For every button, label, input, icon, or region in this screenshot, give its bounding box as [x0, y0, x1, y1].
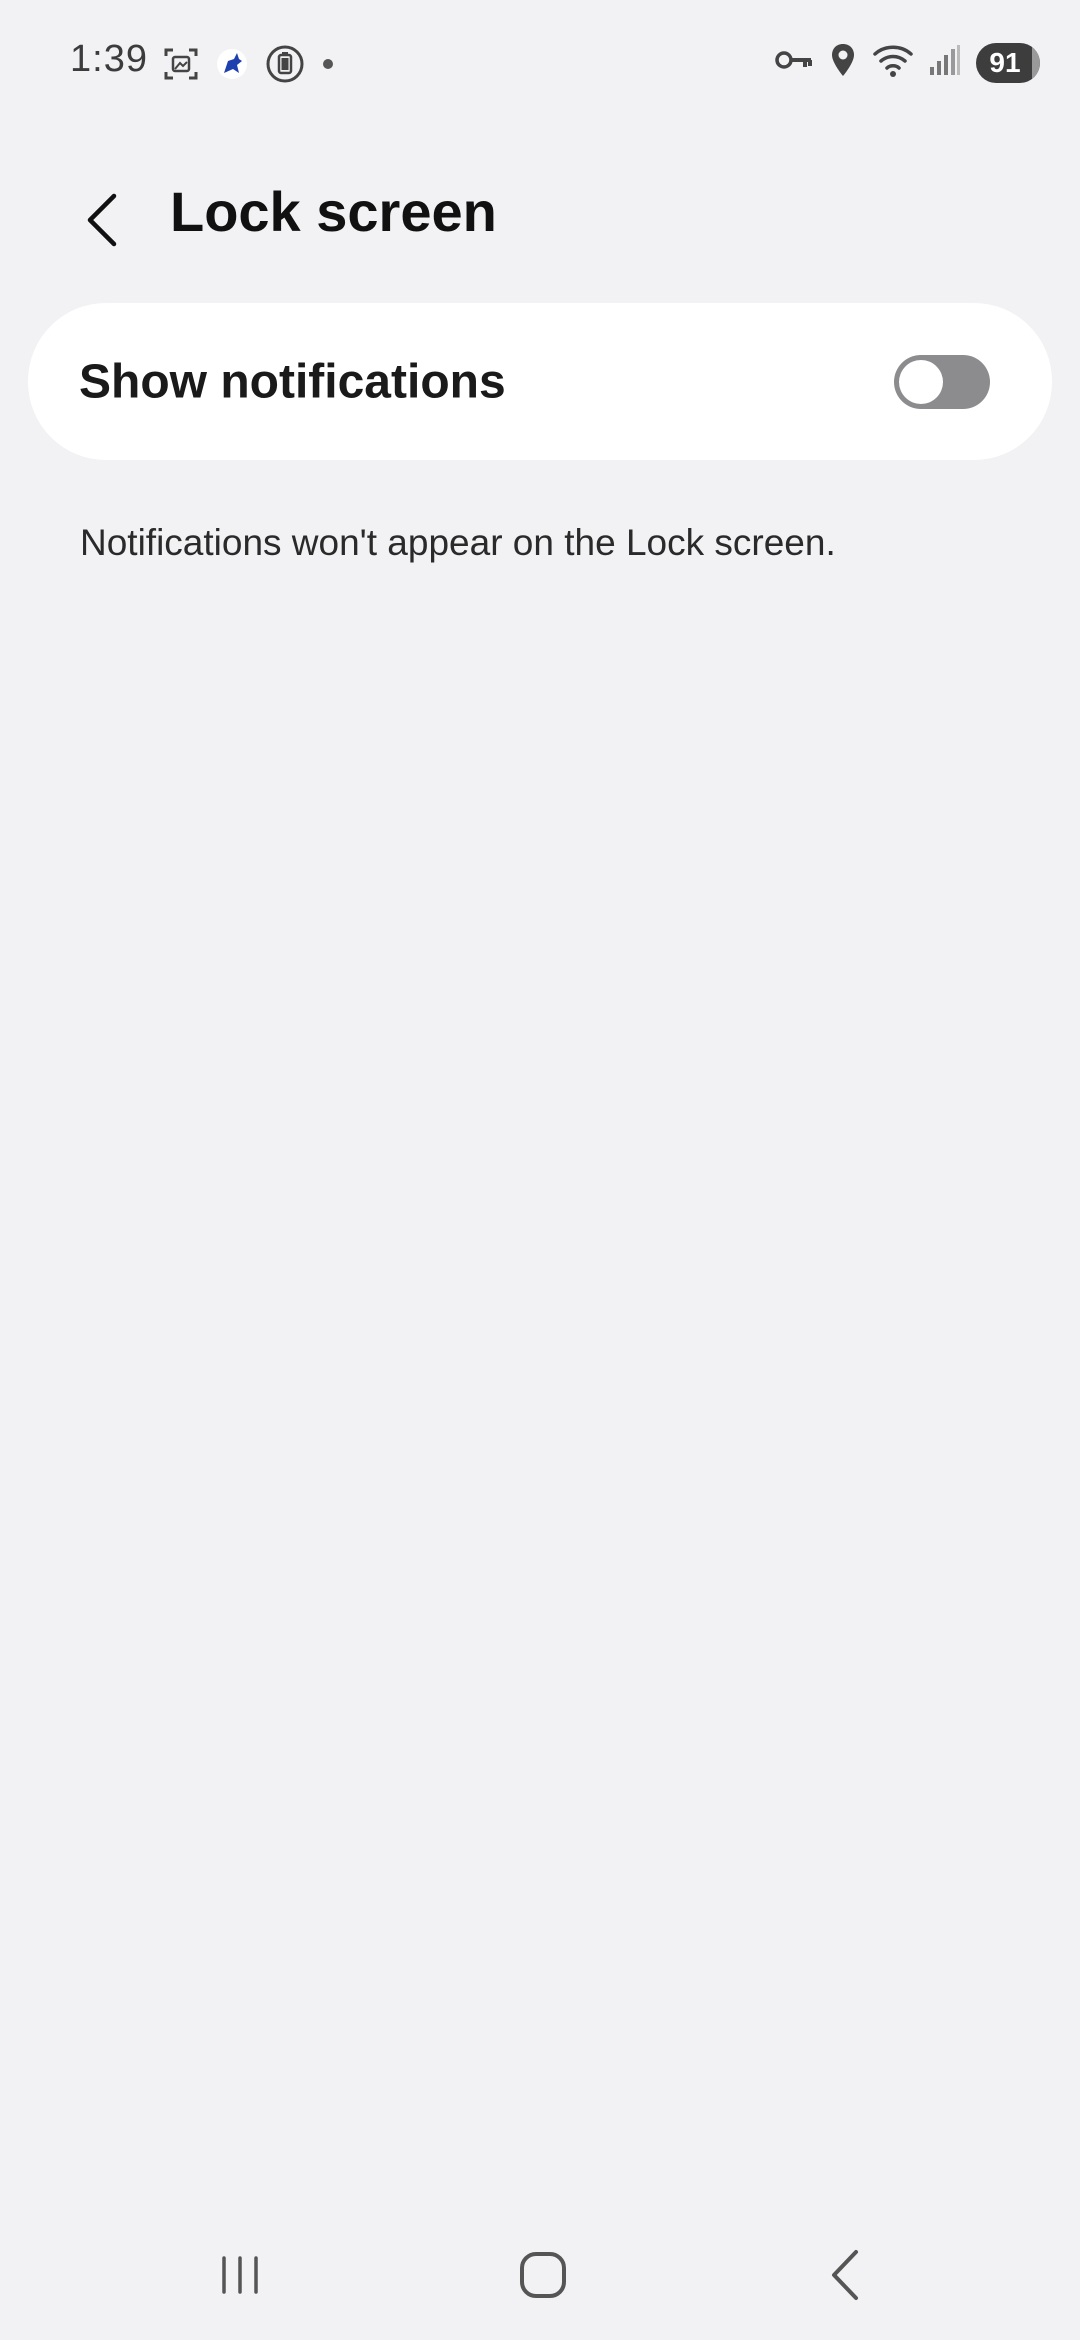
show-notifications-label: Show notifications — [79, 355, 506, 408]
app-notification-icon — [215, 47, 249, 86]
battery-indicator: 91 — [976, 42, 1040, 83]
chevron-left-icon — [87, 193, 117, 247]
recent-apps-icon — [222, 2256, 258, 2294]
navigation-bar — [0, 2210, 1080, 2340]
status-bar: 1:39 91 — [0, 0, 1080, 130]
vpn-key-icon — [774, 45, 814, 80]
dot-icon — [321, 57, 335, 76]
location-icon — [828, 42, 858, 83]
screenshot-icon — [163, 46, 199, 87]
wifi-icon — [872, 42, 914, 83]
recent-apps-button[interactable] — [180, 2230, 300, 2320]
lock-screen-settings: 1:39 91 Lock screen Show notifications N… — [0, 0, 1080, 2340]
app-header: Lock screen — [0, 160, 1080, 270]
show-notifications-row[interactable]: Show notifications — [28, 303, 1052, 460]
home-button[interactable] — [483, 2230, 603, 2320]
battery-saver-icon — [265, 44, 305, 89]
status-left-icons — [163, 44, 335, 89]
notifications-description: Notifications won't appear on the Lock s… — [80, 522, 836, 563]
show-notifications-toggle[interactable] — [894, 354, 990, 409]
status-right-icons: 91 — [774, 42, 1040, 83]
back-arrow-icon — [832, 2250, 858, 2300]
status-time: 1:39 — [70, 38, 148, 80]
back-button[interactable] — [62, 180, 142, 260]
nav-back-button[interactable] — [786, 2230, 906, 2320]
page-title: Lock screen — [170, 180, 497, 243]
battery-level: 91 — [989, 46, 1021, 78]
home-icon — [520, 2252, 566, 2298]
toggle-knob — [899, 359, 943, 404]
signal-icon — [928, 43, 962, 82]
